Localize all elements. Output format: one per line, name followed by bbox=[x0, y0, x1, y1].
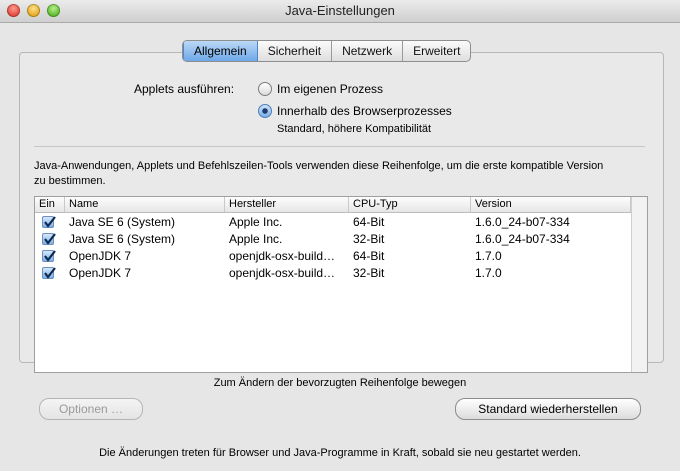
window-title: Java-Einstellungen bbox=[285, 3, 395, 18]
table-row[interactable]: OpenJDK 7 openjdk-osx-build… 64-Bit 1.7.… bbox=[35, 248, 631, 264]
options-button[interactable]: Optionen … bbox=[39, 398, 143, 420]
tab-sicherheit[interactable]: Sicherheit bbox=[258, 41, 333, 61]
row-version: 1.6.0_24-b07-334 bbox=[475, 215, 570, 229]
vertical-scrollbar[interactable] bbox=[631, 197, 647, 372]
radio-browser-process[interactable] bbox=[258, 104, 272, 118]
row-version: 1.7.0 bbox=[475, 249, 502, 263]
checkmark-icon bbox=[44, 250, 56, 262]
row-cpu: 64-Bit bbox=[353, 215, 385, 229]
checkmark-icon bbox=[44, 267, 56, 279]
tab-netzwerk[interactable]: Netzwerk bbox=[332, 41, 404, 61]
table-row[interactable]: Java SE 6 (System) Apple Inc. 32-Bit 1.6… bbox=[35, 231, 631, 247]
row-name: Java SE 6 (System) bbox=[69, 215, 176, 229]
row-version: 1.7.0 bbox=[475, 266, 502, 280]
header-name[interactable]: Name bbox=[65, 197, 225, 212]
jvm-list[interactable]: Ein Name Hersteller CPU-Typ Version Java… bbox=[34, 196, 648, 373]
row-vendor: openjdk-osx-build… bbox=[229, 249, 336, 263]
table-header: Ein Name Hersteller CPU-Typ Version bbox=[35, 197, 631, 213]
header-version[interactable]: Version bbox=[471, 197, 631, 212]
restore-defaults-button[interactable]: Standard wiederherstellen bbox=[455, 398, 641, 420]
header-cpu-typ[interactable]: CPU-Typ bbox=[349, 197, 471, 212]
row-vendor: Apple Inc. bbox=[229, 232, 283, 246]
header-hersteller[interactable]: Hersteller bbox=[225, 197, 349, 212]
row-name: OpenJDK 7 bbox=[69, 249, 132, 263]
enabled-checkbox[interactable] bbox=[42, 250, 56, 262]
enabled-checkbox[interactable] bbox=[42, 216, 56, 228]
title-bar[interactable]: Java-Einstellungen bbox=[0, 0, 680, 23]
applets-label: Applets ausführen: bbox=[134, 82, 235, 96]
row-cpu: 32-Bit bbox=[353, 232, 385, 246]
table-row[interactable]: Java SE 6 (System) Apple Inc. 64-Bit 1.6… bbox=[35, 214, 631, 230]
checkmark-icon bbox=[44, 233, 56, 245]
header-ein[interactable]: Ein bbox=[35, 197, 65, 212]
row-version: 1.6.0_24-b07-334 bbox=[475, 232, 570, 246]
tab-bar: Allgemein Sicherheit Netzwerk Erweitert bbox=[182, 40, 472, 62]
checkmark-icon bbox=[44, 216, 56, 228]
order-description-continued: zu bestimmen. bbox=[34, 175, 106, 187]
row-vendor: Apple Inc. bbox=[229, 215, 283, 229]
radio-browser-process-label[interactable]: Innerhalb des Browserprozesses bbox=[277, 104, 452, 118]
table-row[interactable]: OpenJDK 7 openjdk-osx-build… 32-Bit 1.7.… bbox=[35, 265, 631, 281]
radio-own-process-label[interactable]: Im eigenen Prozess bbox=[277, 82, 383, 96]
tab-erweitert[interactable]: Erweitert bbox=[403, 41, 470, 61]
row-name: OpenJDK 7 bbox=[69, 266, 132, 280]
drag-hint: Zum Ändern der bevorzugten Reihenfolge b… bbox=[213, 377, 467, 389]
footer-note: Die Änderungen treten für Browser und Ja… bbox=[99, 447, 581, 459]
order-description: Java-Anwendungen, Applets und Befehlszei… bbox=[34, 160, 604, 172]
enabled-checkbox[interactable] bbox=[42, 267, 56, 279]
radio-own-process[interactable] bbox=[258, 82, 272, 96]
row-cpu: 64-Bit bbox=[353, 249, 385, 263]
row-vendor: openjdk-osx-build… bbox=[229, 266, 336, 280]
enabled-checkbox[interactable] bbox=[42, 233, 56, 245]
java-preferences-window: Java-Einstellungen Allgemein Sicherheit … bbox=[0, 0, 680, 471]
row-cpu: 32-Bit bbox=[353, 266, 385, 280]
row-name: Java SE 6 (System) bbox=[69, 232, 176, 246]
radio-browser-hint: Standard, höhere Kompatibilität bbox=[277, 123, 432, 135]
tab-allgemein[interactable]: Allgemein bbox=[183, 41, 258, 61]
divider bbox=[34, 146, 645, 147]
